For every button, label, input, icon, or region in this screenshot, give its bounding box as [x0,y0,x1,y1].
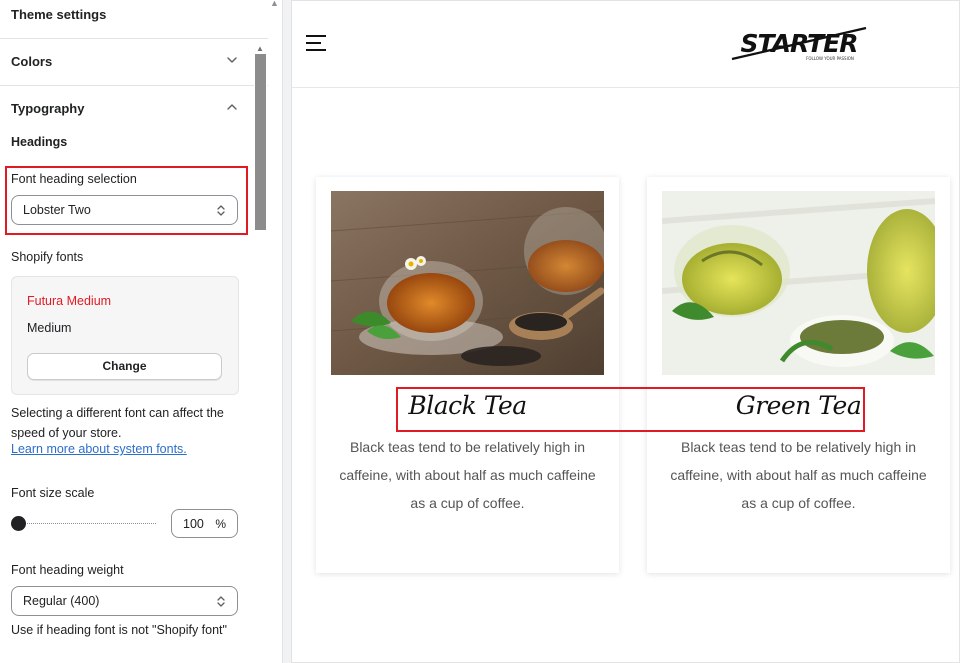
card-description-black-tea: Black teas tend to be relatively high in… [339,439,596,511]
font-help-text: Selecting a different font can affect th… [11,406,224,440]
black-tea-image [331,191,604,375]
storefront-preview: STARTER FOLLOW YOUR PASSION Black Tea Bl… [291,0,960,663]
system-fonts-link[interactable]: Learn more about system fonts. [11,442,187,456]
highlight-box-font-selection [5,166,248,235]
section-colors-label: Colors [11,54,53,69]
card-description-green-tea: Black teas tend to be relatively high in… [670,439,927,511]
product-card-green-tea[interactable]: Green Tea Black teas tend to be relative… [647,177,950,573]
section-colors[interactable]: Colors [0,39,254,85]
font-size-value: 100 [183,517,204,531]
panel-gutter [283,0,291,663]
font-size-slider-thumb[interactable] [11,516,26,531]
font-size-scale-label: Font size scale [11,486,95,500]
font-heading-weight-label: Font heading weight [11,563,124,577]
shopify-fonts-label: Shopify fonts [11,250,84,264]
change-font-button[interactable]: Change [27,353,222,380]
shopify-font-name: Futura Medium [27,294,112,308]
store-header: STARTER FOLLOW YOUR PASSION [292,1,959,88]
hamburger-menu-icon[interactable] [306,35,330,53]
starter-logo[interactable]: STARTER FOLLOW YOUR PASSION [726,25,872,65]
percent-suffix: % [215,517,226,531]
product-card-black-tea[interactable]: Black Tea Black teas tend to be relative… [316,177,619,573]
font-heading-weight-value: Regular (400) [23,594,100,608]
font-size-input[interactable]: 100 % [171,509,238,538]
chevron-down-icon [227,57,237,63]
panel-scrollbar-thumb[interactable] [255,54,266,230]
panel-scroll-up-icon[interactable]: ▲ [270,0,279,8]
select-arrows-icon [217,596,225,607]
theme-settings-panel: ▲ Theme settings Colors Typography Headi… [0,0,283,663]
chevron-up-icon [227,104,237,110]
shopify-font-card: Futura Medium Medium Change [11,276,239,395]
panel-title: Theme settings [11,7,107,22]
svg-text:FOLLOW YOUR PASSION: FOLLOW YOUR PASSION [806,56,854,61]
section-typography[interactable]: Typography [0,86,254,132]
font-size-slider-track[interactable] [20,523,156,524]
green-tea-image [662,191,935,375]
headings-subheading: Headings [11,135,68,149]
svg-text:STARTER: STARTER [741,29,858,58]
highlight-box-card-titles [396,387,865,432]
font-weight-help-text: Use if heading font is not "Shopify font… [11,623,227,637]
scrollbar-up-arrow-icon[interactable]: ▲ [256,44,264,53]
font-heading-weight-select[interactable]: Regular (400) [11,586,238,616]
shopify-font-style: Medium [27,321,72,335]
section-typography-label: Typography [11,101,85,116]
